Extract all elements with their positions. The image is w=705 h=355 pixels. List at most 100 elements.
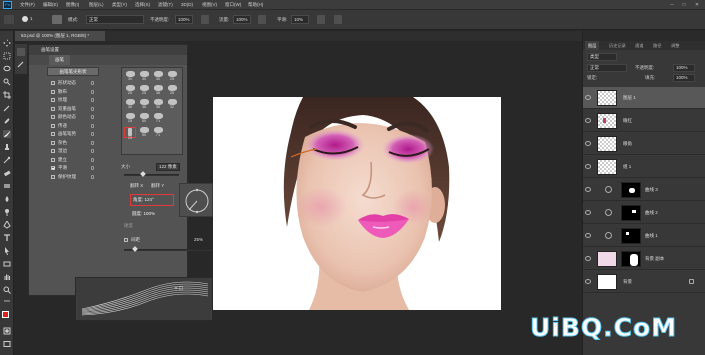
checkbox[interactable] [51,98,55,102]
brush-tip[interactable]: 25 [166,71,178,82]
checkbox[interactable] [51,89,55,94]
layer-row[interactable]: 曲线 1 [583,225,705,247]
checkbox[interactable] [51,123,55,128]
menu-layer[interactable]: 图层(L) [89,2,104,8]
smoothing-settings-icon[interactable] [317,15,325,24]
foreground-color-swatch[interactable] [2,311,9,318]
zoom-tool-icon[interactable] [3,286,11,294]
brush-tip[interactable]: 71 [152,113,164,124]
close-button[interactable]: ✕ [693,1,701,9]
option-scattering[interactable]: 散布 [47,88,101,97]
brush-tool-icon[interactable] [3,130,11,138]
opacity-input[interactable]: 100% [175,15,193,24]
layer-row[interactable]: 图层 1 [583,87,705,109]
lock-icon[interactable] [91,157,94,162]
layer-kind-filter[interactable]: 类型 [587,53,617,61]
brush-panel-toggle-icon[interactable] [52,15,62,24]
brush-tip[interactable]: 36 [152,99,164,110]
menu-filter[interactable]: 滤镜(T) [158,2,173,8]
checkbox[interactable] [51,115,55,119]
maximize-button[interactable]: □ [680,1,688,9]
brush-tip[interactable]: 36 [138,99,150,110]
eraser-tool-icon[interactable] [3,169,11,177]
option-wet-edges[interactable]: 湿边 [47,147,101,156]
checkbox[interactable] [51,81,55,85]
visibility-eye-icon[interactable] [585,187,591,192]
checkbox[interactable] [51,157,55,162]
flip-x-checkbox[interactable]: 翻转 X [130,183,143,189]
move-tool-icon[interactable] [3,39,11,47]
menu-view[interactable]: 视图(V) [202,2,217,8]
roundness-value[interactable]: 100% [144,211,156,216]
pen-tool-icon[interactable] [3,221,11,229]
blend-mode-select[interactable]: 正常 [587,64,627,72]
tab-history[interactable]: 历史记录 [609,41,626,50]
menu-image[interactable]: 图像(I) [66,2,79,8]
airbrush-icon[interactable] [258,15,266,24]
brush-tip[interactable]: 50 [138,113,150,124]
brush-tip-shape-button[interactable]: 画笔笔尖形状 [47,67,99,76]
visibility-eye-icon[interactable] [585,279,591,284]
lock-icon[interactable] [91,81,94,85]
quick-select-tool-icon[interactable] [3,78,11,86]
visibility-eye-icon[interactable] [585,256,591,261]
visibility-eye-icon[interactable] [585,210,591,215]
brush-tip[interactable]: 30 [138,71,150,82]
option-shape-dynamics[interactable]: 形状动态 [47,79,101,88]
brush-tip[interactable]: 25 [124,85,136,96]
checkbox[interactable] [51,174,55,179]
checkbox[interactable] [51,166,55,170]
tab-layers[interactable]: 图层 [585,41,600,50]
brush-tip[interactable]: 25 [124,113,136,124]
marquee-tool-icon[interactable] [3,52,11,60]
selected-brush-tip[interactable]: 25 [124,127,136,140]
layer-row[interactable]: 背景 [583,271,705,293]
layer-row[interactable]: 组 1 [583,156,705,178]
history-brush-tool-icon[interactable] [3,156,11,164]
lock-icon[interactable] [91,123,94,128]
roundness-field[interactable]: 圆度: 100% [130,209,174,218]
checkbox[interactable] [51,149,55,153]
tab-paths[interactable]: 路径 [653,41,661,50]
brush-tip[interactable]: 30 [152,71,164,82]
option-dual-brush[interactable]: 双重画笔 [47,105,101,114]
size-slider[interactable] [124,174,179,176]
option-color-dynamics[interactable]: 颜色动态 [47,113,101,122]
smoothing-input[interactable]: 10% [291,15,309,24]
lock-icon[interactable] [91,106,94,111]
brush-tool-icon[interactable] [4,15,14,24]
lock-icon[interactable] [91,140,94,145]
checkbox[interactable] [51,140,55,145]
option-noise[interactable]: 杂色 [47,139,101,148]
visibility-eye-icon[interactable] [585,95,591,100]
panel-footer-icons[interactable]: ⌗ ⊡ [175,286,183,292]
pressure-size-icon[interactable] [334,15,342,24]
option-smoothing[interactable]: 平滑 [47,164,101,173]
layer-row[interactable]: 眼角 [583,133,705,155]
visibility-eye-icon[interactable] [585,164,591,169]
brush-tip[interactable]: 25 [166,85,178,96]
visibility-eye-icon[interactable] [585,233,591,238]
blur-tool-icon[interactable] [3,195,11,203]
pressure-opacity-icon[interactable] [201,15,209,24]
flip-y-checkbox[interactable]: 翻转 Y [151,183,164,189]
brush-angle-widget[interactable] [179,183,213,217]
lasso-tool-icon[interactable] [3,65,11,73]
more-tools-icon[interactable] [3,297,11,305]
checkbox[interactable] [51,132,55,136]
lock-icon[interactable] [91,115,94,119]
brush-tip[interactable]: 50 [138,127,150,138]
lock-icon[interactable] [91,174,94,179]
document-tab[interactable]: 63.psd @ 100% (图层 1, RGB/8) * [15,31,105,41]
layer-row[interactable]: 背景 副本 [583,248,705,270]
hand-tool-icon[interactable] [3,273,11,281]
menu-window[interactable]: 窗口(W) [225,2,241,8]
layer-row[interactable]: 眼红 [583,110,705,132]
brush-preset-picker[interactable]: 1 [22,15,36,24]
type-tool-icon[interactable] [3,234,11,242]
menu-edit[interactable]: 编辑(E) [43,2,58,8]
brush-settings-dock-icon[interactable] [17,48,25,56]
dodge-tool-icon[interactable] [3,208,11,216]
lock-icon[interactable] [91,98,94,102]
brushes-dock-icon[interactable] [17,60,25,68]
